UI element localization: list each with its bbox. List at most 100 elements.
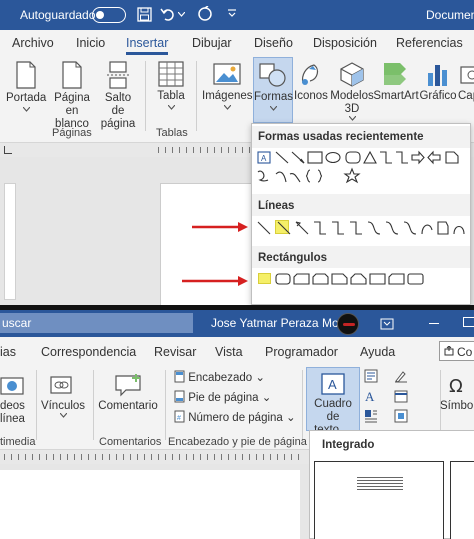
share-icon (444, 346, 454, 356)
online-videos-button[interactable]: deos línea (0, 373, 28, 426)
text-box-gallery: Integrado (309, 430, 474, 539)
page-number-icon: # (174, 410, 185, 423)
chevron-down-icon (223, 105, 231, 110)
chevron-down-icon (22, 107, 30, 112)
smartart-button[interactable]: SmartArt (373, 61, 419, 103)
chevron-down-icon[interactable] (178, 12, 185, 17)
autosave-toggle[interactable] (92, 7, 126, 23)
tab-revisar[interactable]: Revisar (154, 345, 196, 359)
vinculos-button[interactable]: Vínculos (40, 373, 86, 421)
tab-ayuda[interactable]: Ayuda (360, 345, 395, 359)
autosave-label: Autoguardado (20, 8, 96, 22)
recent-shapes-heading: Formas usadas recientemente (258, 131, 424, 143)
link-icon (50, 376, 72, 394)
chevron-down-icon (269, 106, 277, 111)
date-time-icon[interactable] (394, 389, 408, 403)
bar-chart-icon (428, 65, 447, 86)
group-label-tablas: Tablas (156, 127, 188, 139)
group-label-multimedia: timedia (0, 436, 36, 448)
blank-page-button[interactable]: Página en blanco (49, 61, 95, 131)
formas-button[interactable]: Formas (253, 57, 293, 123)
ribbon-tabs: Archivo Inicio Insertar Dibujar Diseño D… (0, 30, 474, 55)
save-icon[interactable] (137, 7, 152, 22)
search-box[interactable]: uscar (0, 313, 193, 333)
encabezado-button[interactable]: Encabezado ⌄ (174, 370, 265, 384)
group-label-encabezado: Encabezado y pie de página (168, 436, 307, 448)
text-box-template-thumbnail-2[interactable] (450, 461, 474, 539)
omega-icon: Ω (449, 376, 463, 397)
captura-button[interactable]: Cap (457, 61, 474, 103)
cuadro-de-texto-button[interactable]: A Cuadro de texto ⌄ (306, 367, 360, 436)
header-icon (174, 370, 185, 383)
tab-disposicion[interactable]: Disposición (313, 36, 377, 50)
chevron-down-icon (348, 116, 356, 121)
quick-access-chevron-icon[interactable] (227, 9, 237, 18)
document-title: Document (426, 8, 474, 22)
minimize-icon[interactable] (429, 323, 439, 324)
undo-icon[interactable] (160, 6, 176, 22)
vertical-ruler (4, 183, 16, 300)
quick-parts-icon[interactable] (364, 369, 378, 383)
rectangle-shapes-icons[interactable] (275, 273, 445, 285)
iconos-button[interactable]: Iconos (293, 61, 329, 103)
wordart-icon[interactable]: A (364, 389, 378, 403)
ribbon-display-options-icon[interactable] (380, 318, 394, 330)
shapes-dropdown: Formas usadas recientemente A Líneas Rec… (251, 123, 471, 305)
pie-de-pagina-button[interactable]: Pie de página ⌄ (174, 390, 271, 404)
restore-icon[interactable] (463, 317, 474, 327)
share-button[interactable]: Co (439, 341, 474, 361)
lines-heading: Líneas (258, 200, 295, 212)
tabla-button[interactable]: Tabla (152, 61, 190, 113)
chevron-down-icon (59, 413, 67, 418)
page-break-icon (107, 61, 129, 89)
red-arrow-annotation-lines (192, 222, 248, 232)
tab-referencias[interactable]: Referencias (396, 36, 463, 50)
tab-vista[interactable]: Vista (215, 345, 243, 359)
title-bar: Autoguardado Document (0, 0, 474, 30)
svg-text:A: A (365, 389, 375, 403)
modelos-3d-button[interactable]: Modelos 3D (330, 61, 374, 124)
video-icon (0, 377, 24, 395)
footer-icon (174, 390, 185, 403)
picture-icon (213, 63, 241, 85)
tab-referencias-partial[interactable]: ias (0, 345, 16, 359)
text-box-template-thumbnail[interactable] (314, 461, 444, 539)
object-icon[interactable] (394, 409, 408, 423)
tab-inicio[interactable]: Inicio (76, 36, 105, 50)
svg-text:Ω: Ω (449, 376, 463, 397)
tab-correspondencia[interactable]: Correspondencia (41, 345, 136, 359)
red-arrow-annotation-rectangles (182, 276, 248, 286)
cube-3d-icon (340, 62, 364, 87)
user-name: Jose Yatmar Peraza Mora (211, 316, 350, 330)
rectangle-shape-highlighted[interactable] (258, 273, 271, 284)
svg-text:A: A (328, 377, 337, 392)
tab-diseno[interactable]: Diseño (254, 36, 293, 50)
chevron-down-icon (167, 105, 175, 110)
screenshot-icon (460, 66, 474, 84)
smartart-icon (384, 63, 406, 85)
document-page-2[interactable] (0, 470, 300, 539)
comentario-button[interactable]: Comentario (97, 373, 159, 413)
svg-text:#: # (177, 415, 181, 422)
grafico-button[interactable]: Gráfico (419, 61, 457, 103)
drop-cap-icon[interactable] (364, 409, 378, 423)
page-break-button[interactable]: Salto de página (98, 61, 138, 131)
icons-icon (301, 64, 319, 85)
avatar[interactable] (337, 313, 359, 335)
text-box-icon: A (321, 373, 345, 395)
simbolos-button[interactable]: Ω Símbolo (440, 373, 474, 413)
numero-de-pagina-button[interactable]: # Número de página ⌄ (174, 410, 296, 424)
signature-line-icon[interactable] (394, 369, 408, 383)
tab-archivo[interactable]: Archivo (12, 36, 54, 50)
table-icon (158, 61, 184, 87)
line-shapes-icons[interactable] (256, 220, 468, 236)
tab-programador[interactable]: Programador (265, 345, 338, 359)
redo-icon[interactable] (197, 6, 213, 22)
tab-dibujar[interactable]: Dibujar (192, 36, 232, 50)
tab-insertar[interactable]: Insertar (126, 36, 169, 55)
cover-page-icon (16, 61, 36, 89)
ribbon-tabs-2: ias Correspondencia Revisar Vista Progra… (0, 337, 474, 365)
recent-shapes-icons[interactable]: A (256, 150, 468, 190)
imagenes-button[interactable]: Imágenes (202, 61, 253, 113)
portada-button[interactable]: Portada (6, 61, 46, 115)
